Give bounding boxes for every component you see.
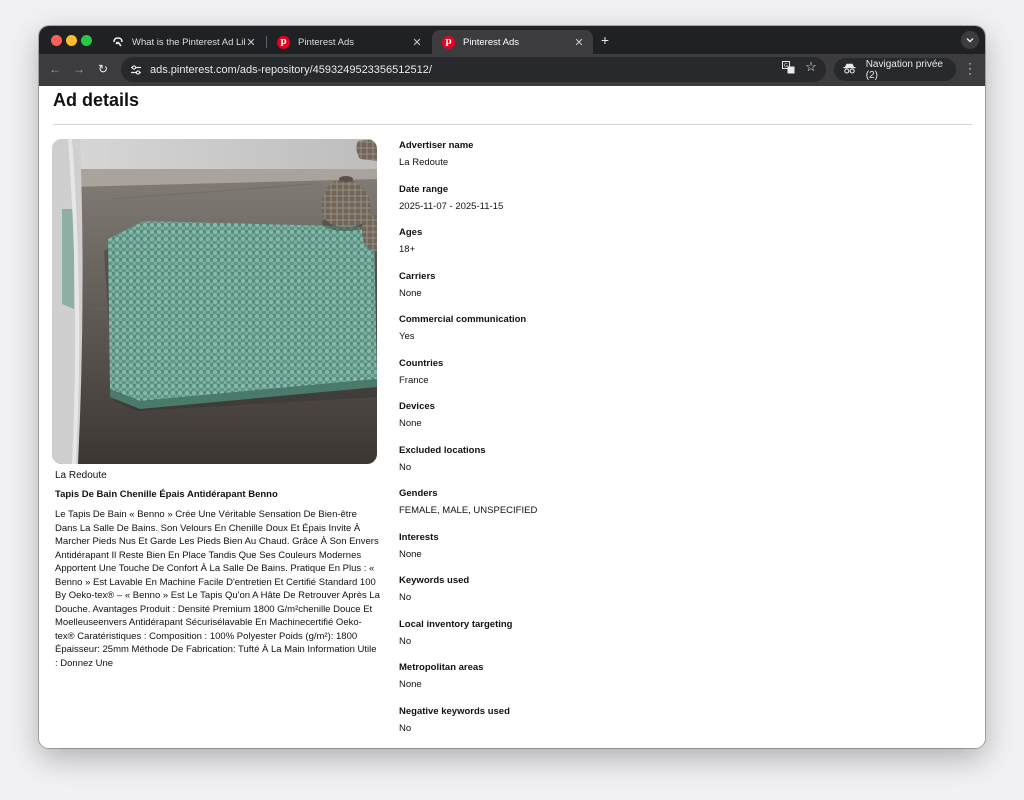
site-info-icon[interactable] — [129, 63, 143, 77]
translate-icon[interactable]: G — [781, 60, 795, 74]
detail-label: Commercial communication — [399, 314, 527, 325]
detail-label: Date range — [399, 183, 449, 195]
detail-value: FEMALE, MALE, UNSPECIFIED — [399, 505, 538, 516]
detail-value: 18+ — [399, 244, 416, 255]
detail-label: Keywords used — [399, 575, 470, 586]
close-icon[interactable]: ✕ — [245, 36, 257, 49]
bath-rug-illustration — [52, 139, 377, 464]
detail-advertiser-name: Advertiser name La Redoute — [399, 139, 799, 183]
detail-devices: Devices None — [399, 400, 799, 444]
detail-label: Metropolitan areas — [399, 662, 484, 673]
detail-commercial-communication: Commercial communication Yes — [399, 313, 799, 357]
ad-description: Le Tapis De Bain « Benno » Crée Une Véri… — [55, 509, 380, 669]
detail-carriers: Carriers None — [399, 270, 799, 314]
bookmark-star-icon[interactable]: ☆ — [804, 59, 818, 74]
detail-label: Negative keywords used — [399, 705, 510, 717]
ad-details-list: Advertiser name La Redoute Date range 20… — [399, 139, 799, 748]
tab-title: Pinterest Ads — [298, 36, 354, 48]
detail-value: None — [399, 418, 422, 429]
detail-metropolitan-areas: Metropolitan areas None — [399, 661, 799, 705]
reload-icon[interactable]: ↻ — [95, 62, 111, 76]
back-arrow-icon[interactable]: ← — [47, 62, 63, 76]
detail-countries: Countries France — [399, 357, 799, 401]
detail-value: None — [399, 287, 422, 299]
detail-label: Countries — [399, 357, 444, 369]
detail-label: Genders — [399, 488, 438, 499]
tab-ad-library-help[interactable]: What is the Pinterest Ad Library ✕ — [101, 30, 265, 54]
detail-excluded-locations: Excluded locations No — [399, 444, 799, 488]
detail-value: No — [399, 461, 412, 473]
detail-keywords-used: Keywords used No — [399, 574, 799, 618]
detail-label: Advertiser name — [399, 140, 474, 151]
detail-value: No — [399, 592, 412, 603]
incognito-icon — [843, 63, 857, 77]
tab-pinterest-ads[interactable]: p Pinterest Ads ✕ — [267, 30, 431, 54]
browser-toolbar: ← → ↻ ads.pinterest.com/ads-repository/4… — [39, 54, 985, 86]
title-divider — [53, 124, 972, 125]
new-tab-plus-icon[interactable]: + — [597, 32, 613, 48]
forward-arrow-icon[interactable]: → — [71, 62, 87, 76]
ad-advertiser-name: La Redoute — [55, 470, 107, 481]
detail-value: 2025-11-07 - 2025-11-15 — [399, 200, 504, 212]
detail-label: Ages — [399, 227, 423, 238]
detail-value: Yes — [399, 331, 415, 342]
detail-label: Carriers — [399, 270, 436, 282]
incognito-profile-button[interactable]: Navigation privée (2) — [834, 58, 956, 81]
pinterest-help-icon — [111, 36, 124, 49]
detail-value: None — [399, 679, 422, 690]
more-menu-icon[interactable]: · · · — [965, 57, 975, 79]
close-icon[interactable]: ✕ — [573, 36, 585, 49]
detail-value: None — [399, 548, 422, 560]
svg-text:G: G — [784, 63, 788, 69]
detail-label: Interests — [399, 531, 439, 543]
detail-value: No — [399, 635, 412, 647]
detail-negative-keywords-used: Negative keywords used No — [399, 705, 799, 749]
detail-ages: Ages 18+ — [399, 226, 799, 270]
tab-title: Pinterest Ads — [463, 36, 519, 48]
tab-search-button[interactable] — [961, 31, 979, 49]
detail-date-range: Date range 2025-11-07 - 2025-11-15 — [399, 183, 799, 227]
address-bar[interactable]: ads.pinterest.com/ads-repository/4593249… — [121, 57, 826, 82]
detail-interests: Interests None — [399, 531, 799, 575]
page-title: Ad details — [53, 90, 140, 110]
minimize-window-button[interactable] — [66, 35, 77, 46]
url-text: ads.pinterest.com/ads-repository/4593249… — [150, 63, 432, 76]
close-icon[interactable]: ✕ — [411, 36, 423, 49]
detail-value: La Redoute — [399, 157, 449, 168]
ad-title: Tapis De Bain Chenille Épais Antidérapan… — [55, 489, 278, 500]
ad-image[interactable] — [52, 139, 377, 464]
pinterest-logo-icon: p — [442, 35, 455, 49]
chevron-down-icon — [966, 38, 974, 43]
browser-window: What is the Pinterest Ad Library ✕ p Pin… — [39, 26, 985, 748]
tab-title: What is the Pinterest Ad Library — [132, 36, 245, 48]
detail-genders: Genders FEMALE, MALE, UNSPECIFIED — [399, 487, 799, 531]
detail-value: No — [399, 722, 412, 734]
detail-value: France — [399, 374, 429, 386]
detail-local-inventory-targeting: Local inventory targeting No — [399, 618, 799, 662]
tab-bar: What is the Pinterest Ad Library ✕ p Pin… — [39, 26, 985, 54]
page-content: Ad details La Redoute Tapis De Bain Chen… — [39, 86, 985, 748]
detail-label: Local inventory targeting — [399, 618, 513, 630]
private-label: Navigation privée (2) — [865, 58, 943, 81]
pinterest-logo-icon: p — [277, 35, 290, 49]
fullscreen-window-button[interactable] — [81, 35, 92, 46]
close-window-button[interactable] — [51, 35, 62, 46]
detail-label: Devices — [399, 401, 435, 412]
tab-pinterest-ads-active[interactable]: p Pinterest Ads ✕ — [432, 30, 593, 54]
detail-label: Excluded locations — [399, 444, 486, 456]
